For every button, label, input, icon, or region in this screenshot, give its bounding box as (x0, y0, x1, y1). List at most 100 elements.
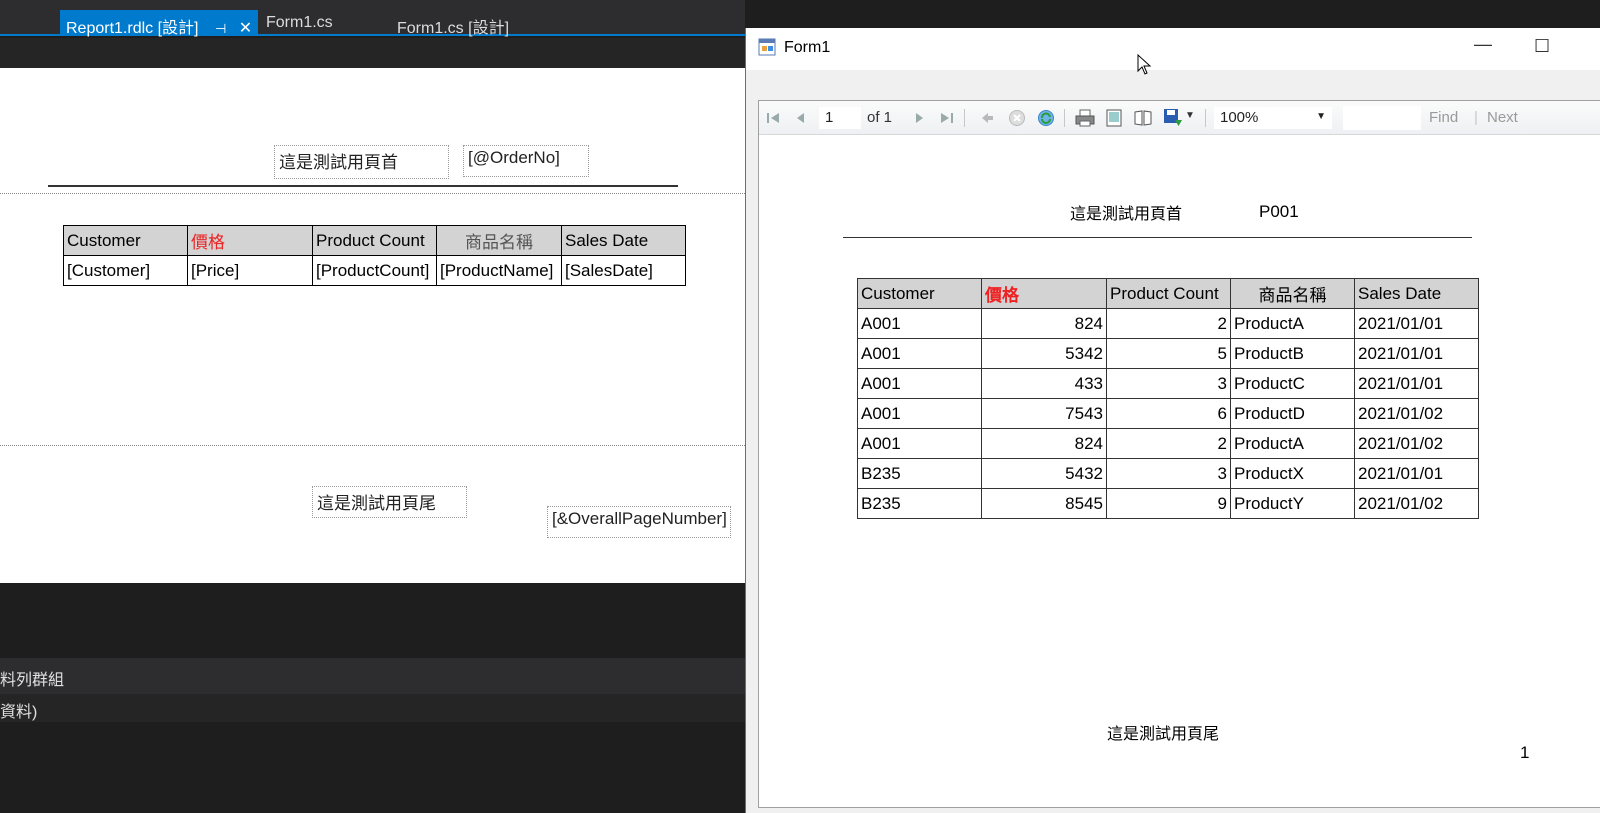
zoom-select[interactable]: 100% ▼ (1214, 107, 1332, 129)
refresh-icon[interactable] (1037, 109, 1055, 127)
next-link[interactable]: Next (1487, 109, 1518, 126)
previous-page-icon[interactable] (793, 110, 809, 126)
tab-label: Report1.rdlc [設計] (66, 20, 199, 37)
field-cell-sales-date[interactable]: [SalesDate] (561, 255, 686, 286)
tab-report1-design[interactable]: Report1.rdlc [設計] ⊣ ✕ (60, 10, 259, 37)
table-header-row: Customer 價格 Product Count 商品名稱 Sales Dat… (63, 225, 686, 256)
back-icon[interactable] (979, 110, 995, 126)
report-order-no: P001 (1259, 202, 1299, 221)
header-cell-product-count[interactable]: Product Count (312, 225, 437, 256)
cell-product-count: 9 (1106, 488, 1231, 519)
page-setup-icon[interactable] (1133, 109, 1153, 127)
header-cell-sales-date: Sales Date (1354, 278, 1479, 309)
next-page-icon[interactable] (911, 110, 927, 126)
cell-sales-date: 2021/01/01 (1354, 308, 1479, 339)
table-row: B235 5432 3 ProductX 2021/01/01 (857, 458, 1479, 489)
header-cell-price: 價格 (981, 278, 1107, 309)
designer-table[interactable]: Customer 價格 Product Count 商品名稱 Sales Dat… (63, 225, 686, 286)
cell-sales-date: 2021/01/02 (1354, 398, 1479, 429)
header-cell-price[interactable]: 價格 (187, 225, 313, 256)
cell-customer: A001 (857, 428, 982, 459)
report-output-table: Customer 價格 Product Count 商品名稱 Sales Dat… (857, 278, 1479, 519)
body-footer-divider (0, 445, 745, 446)
last-page-icon[interactable] (939, 110, 955, 126)
header-cell-product-name[interactable]: 商品名稱 (436, 225, 562, 256)
header-body-divider (0, 193, 745, 194)
cell-price: 824 (981, 308, 1107, 339)
export-icon[interactable] (1163, 108, 1183, 128)
page-count-label: of 1 (867, 109, 893, 126)
find-link[interactable]: Find (1429, 109, 1458, 126)
cell-product-name: ProductX (1230, 458, 1355, 489)
maximize-button[interactable]: ☐ (1534, 36, 1550, 57)
table-detail-row: [Customer] [Price] [ProductCount] [Produ… (63, 255, 686, 286)
find-separator: | (1474, 109, 1478, 126)
find-input[interactable] (1343, 106, 1421, 130)
mouse-cursor-icon (1137, 54, 1152, 75)
cell-product-name: ProductA (1230, 428, 1355, 459)
cell-price: 433 (981, 368, 1107, 399)
pin-icon[interactable]: ⊣ (215, 21, 226, 36)
field-cell-customer[interactable]: [Customer] (63, 255, 188, 286)
field-cell-price[interactable]: [Price] (187, 255, 313, 286)
header-cell-sales-date[interactable]: Sales Date (561, 225, 686, 256)
row-groups-item[interactable]: 資料) (0, 694, 745, 722)
cell-customer: A001 (857, 368, 982, 399)
cell-product-name: ProductA (1230, 308, 1355, 339)
row-groups-panel: 料列群組 (0, 658, 745, 694)
print-icon[interactable] (1075, 109, 1095, 127)
row-groups-item-label: 資料) (0, 704, 38, 721)
header-cell-product-count: Product Count (1106, 278, 1231, 309)
cell-product-count: 2 (1106, 308, 1231, 339)
form-app-icon (758, 38, 776, 56)
header-textbox[interactable]: 這是測試用頁首 (274, 145, 449, 179)
stop-icon[interactable] (1008, 109, 1026, 127)
minimize-button[interactable]: — (1474, 34, 1492, 55)
cell-customer: B235 (857, 488, 982, 519)
cell-customer: A001 (857, 398, 982, 429)
zoom-dropdown-icon: ▼ (1316, 111, 1326, 122)
cell-product-name: ProductC (1230, 368, 1355, 399)
cell-sales-date: 2021/01/01 (1354, 338, 1479, 369)
report-header-rule (843, 237, 1472, 238)
print-layout-icon[interactable] (1105, 109, 1123, 127)
footer-textbox[interactable]: 這是測試用頁尾 (312, 486, 467, 518)
row-groups-label: 料列群組 (0, 672, 65, 689)
report-header-text: 這是測試用頁首 (1070, 206, 1183, 223)
report-viewer-toolbar: 1 of 1 ▼ 100% ▼ Find | Next (759, 101, 1600, 135)
report-designer-surface: 這是測試用頁首 [@OrderNo] Customer 價格 Product C… (0, 68, 745, 583)
first-page-icon[interactable] (765, 110, 781, 126)
cell-price: 7543 (981, 398, 1107, 429)
report-rows: A001 824 2 ProductA 2021/01/01 A001 5342 5 Produ… (857, 308, 1479, 519)
field-cell-product-count[interactable]: [ProductCount] (312, 255, 437, 286)
report-footer-text: 這是測試用頁尾 (1107, 726, 1220, 743)
header-rule (48, 185, 678, 187)
cell-price: 8545 (981, 488, 1107, 519)
cell-product-count: 3 (1106, 458, 1231, 489)
tab-form1-design[interactable]: Form1.cs [設計] (391, 10, 515, 37)
tab-form1-cs[interactable]: Form1.cs (260, 10, 339, 36)
cell-product-name: ProductY (1230, 488, 1355, 519)
order-no-textbox[interactable]: [@OrderNo] (463, 145, 589, 177)
cell-customer: A001 (857, 338, 982, 369)
report-viewer: 1 of 1 ▼ 100% ▼ Find | Next 這是測試用頁首 P001… (758, 100, 1600, 808)
header-cell-customer[interactable]: Customer (63, 225, 188, 256)
toolbar-separator (964, 109, 965, 127)
cell-product-count: 6 (1106, 398, 1231, 429)
close-icon[interactable]: ✕ (239, 20, 252, 37)
field-cell-product-name[interactable]: [ProductName] (436, 255, 562, 286)
page-number-textbox[interactable]: [&OverallPageNumber] (547, 506, 731, 538)
cell-product-count: 3 (1106, 368, 1231, 399)
export-dropdown-icon[interactable]: ▼ (1185, 110, 1195, 121)
document-tab-bar: Report1.rdlc [設計] ⊣ ✕ Form1.cs Form1.cs … (0, 0, 745, 37)
page-number-input[interactable]: 1 (819, 107, 861, 129)
form-title: Form1 (784, 39, 831, 56)
form1-titlebar[interactable]: Form1 — ☐ (746, 28, 1600, 70)
report-page-number: 1 (1520, 743, 1530, 762)
cell-product-name: ProductB (1230, 338, 1355, 369)
cell-sales-date: 2021/01/02 (1354, 428, 1479, 459)
table-row: A001 433 3 ProductC 2021/01/01 (857, 368, 1479, 399)
cell-price: 5342 (981, 338, 1107, 369)
cell-price: 824 (981, 428, 1107, 459)
cell-customer: A001 (857, 308, 982, 339)
